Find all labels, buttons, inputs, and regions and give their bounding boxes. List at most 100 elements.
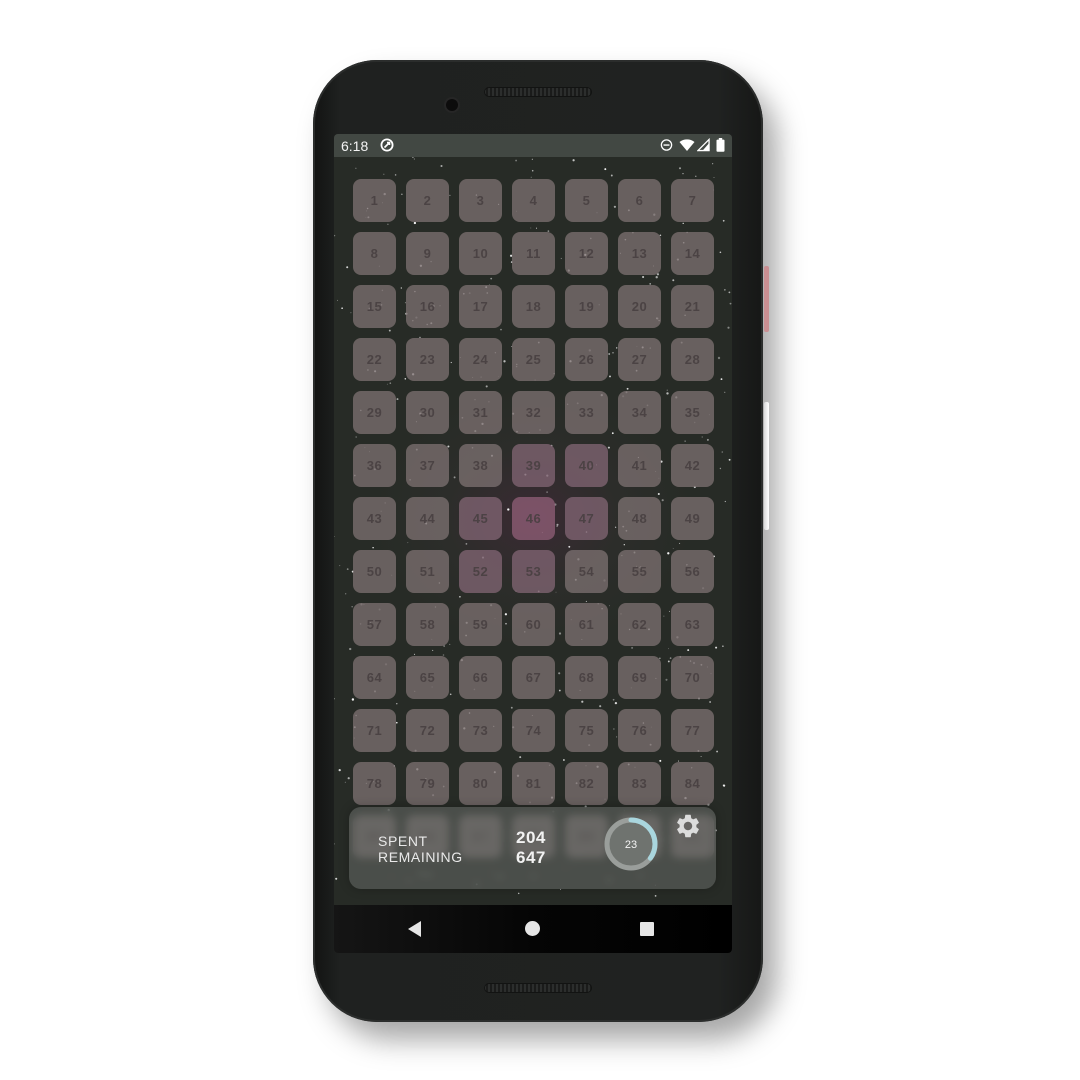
grid-tile[interactable]: 9 [406, 232, 449, 275]
star [337, 299, 339, 301]
grid-tile[interactable]: 33 [565, 391, 608, 434]
grid-tile[interactable]: 78 [353, 762, 396, 805]
app-notification-icon [380, 138, 394, 152]
grid-tile[interactable]: 75 [565, 709, 608, 752]
grid-tile[interactable]: 36 [353, 444, 396, 487]
grid-tile[interactable]: 66 [459, 656, 502, 699]
grid-tile[interactable]: 19 [565, 285, 608, 328]
grid-tile[interactable]: 51 [406, 550, 449, 593]
grid-tile[interactable]: 42 [671, 444, 714, 487]
star [719, 467, 722, 470]
grid-tile[interactable]: 26 [565, 338, 608, 381]
grid-tile[interactable]: 71 [353, 709, 396, 752]
gear-icon[interactable] [674, 812, 702, 840]
grid-tile[interactable]: 54 [565, 550, 608, 593]
grid-tile[interactable]: 70 [671, 656, 714, 699]
grid-tile[interactable]: 81 [512, 762, 555, 805]
grid-tile[interactable]: 12 [565, 232, 608, 275]
grid-tile[interactable]: 4 [512, 179, 555, 222]
grid-tile[interactable]: 63 [671, 603, 714, 646]
grid-tile[interactable]: 17 [459, 285, 502, 328]
progress-ring[interactable]: 23 [601, 814, 661, 874]
grid-tile[interactable]: 15 [353, 285, 396, 328]
grid-tile[interactable]: 52 [459, 550, 502, 593]
grid-tile[interactable]: 82 [565, 762, 608, 805]
grid-tile[interactable]: 48 [618, 497, 661, 540]
recents-icon[interactable] [640, 922, 654, 936]
grid-tile[interactable]: 50 [353, 550, 396, 593]
grid-tile[interactable]: 1 [353, 179, 396, 222]
grid-tile[interactable]: 18 [512, 285, 555, 328]
grid-tile[interactable]: 47 [565, 497, 608, 540]
grid-tile[interactable]: 22 [353, 338, 396, 381]
star [413, 158, 415, 160]
grid-tile[interactable]: 30 [406, 391, 449, 434]
grid-tile[interactable]: 83 [618, 762, 661, 805]
grid-tile[interactable]: 59 [459, 603, 502, 646]
grid-tile[interactable]: 5 [565, 179, 608, 222]
star [722, 784, 724, 786]
grid-tile[interactable]: 79 [406, 762, 449, 805]
grid-tile[interactable]: 62 [618, 603, 661, 646]
grid-tile[interactable]: 72 [406, 709, 449, 752]
grid-tile[interactable]: 40 [565, 444, 608, 487]
grid-tile[interactable]: 27 [618, 338, 661, 381]
grid-tile[interactable]: 35 [671, 391, 714, 434]
grid-tile[interactable]: 56 [671, 550, 714, 593]
grid-tile[interactable]: 69 [618, 656, 661, 699]
grid-tile[interactable]: 67 [512, 656, 555, 699]
grid-tile[interactable]: 20 [618, 285, 661, 328]
grid-tile[interactable]: 64 [353, 656, 396, 699]
home-icon[interactable] [525, 921, 540, 936]
grid-tile[interactable]: 58 [406, 603, 449, 646]
grid-tile[interactable]: 32 [512, 391, 555, 434]
grid-tile[interactable]: 60 [512, 603, 555, 646]
grid-tile[interactable]: 16 [406, 285, 449, 328]
grid-tile[interactable]: 6 [618, 179, 661, 222]
grid-tile[interactable]: 14 [671, 232, 714, 275]
grid-tile[interactable]: 10 [459, 232, 502, 275]
grid-tile[interactable]: 68 [565, 656, 608, 699]
star [355, 167, 357, 169]
grid-tile[interactable]: 43 [353, 497, 396, 540]
grid-tile[interactable]: 65 [406, 656, 449, 699]
grid-tile[interactable]: 53 [512, 550, 555, 593]
grid-tile[interactable]: 49 [671, 497, 714, 540]
grid-tile[interactable]: 34 [618, 391, 661, 434]
grid-tile[interactable]: 28 [671, 338, 714, 381]
star [349, 647, 352, 651]
grid-tile[interactable]: 41 [618, 444, 661, 487]
grid-tile[interactable]: 38 [459, 444, 502, 487]
grid-tile[interactable]: 2 [406, 179, 449, 222]
grid-tile[interactable]: 11 [512, 232, 555, 275]
star [339, 565, 341, 567]
grid-tile[interactable]: 8 [353, 232, 396, 275]
grid-tile[interactable]: 29 [353, 391, 396, 434]
grid-tile[interactable]: 55 [618, 550, 661, 593]
grid-tile[interactable]: 3 [459, 179, 502, 222]
back-icon[interactable] [408, 921, 421, 937]
grid-tile[interactable]: 77 [671, 709, 714, 752]
grid-tile[interactable]: 39 [512, 444, 555, 487]
star [517, 892, 520, 895]
grid-tile[interactable]: 24 [459, 338, 502, 381]
grid-tile[interactable]: 21 [671, 285, 714, 328]
grid-tile[interactable]: 80 [459, 762, 502, 805]
grid-tile[interactable]: 76 [618, 709, 661, 752]
front-camera [446, 99, 458, 111]
grid-tile[interactable]: 45 [459, 497, 502, 540]
grid-tile[interactable]: 74 [512, 709, 555, 752]
grid-tile[interactable]: 37 [406, 444, 449, 487]
grid-tile[interactable]: 13 [618, 232, 661, 275]
grid-tile[interactable]: 23 [406, 338, 449, 381]
grid-tile[interactable]: 57 [353, 603, 396, 646]
grid-tile[interactable]: 84 [671, 762, 714, 805]
grid-tile[interactable]: 44 [406, 497, 449, 540]
grid-tile[interactable]: 46 [512, 497, 555, 540]
grid-tile[interactable]: 73 [459, 709, 502, 752]
grid-tile[interactable]: 25 [512, 338, 555, 381]
grid-tile[interactable]: 61 [565, 603, 608, 646]
grid-tile[interactable]: 7 [671, 179, 714, 222]
grid-tile[interactable]: 31 [459, 391, 502, 434]
bottom-speaker [484, 983, 592, 993]
